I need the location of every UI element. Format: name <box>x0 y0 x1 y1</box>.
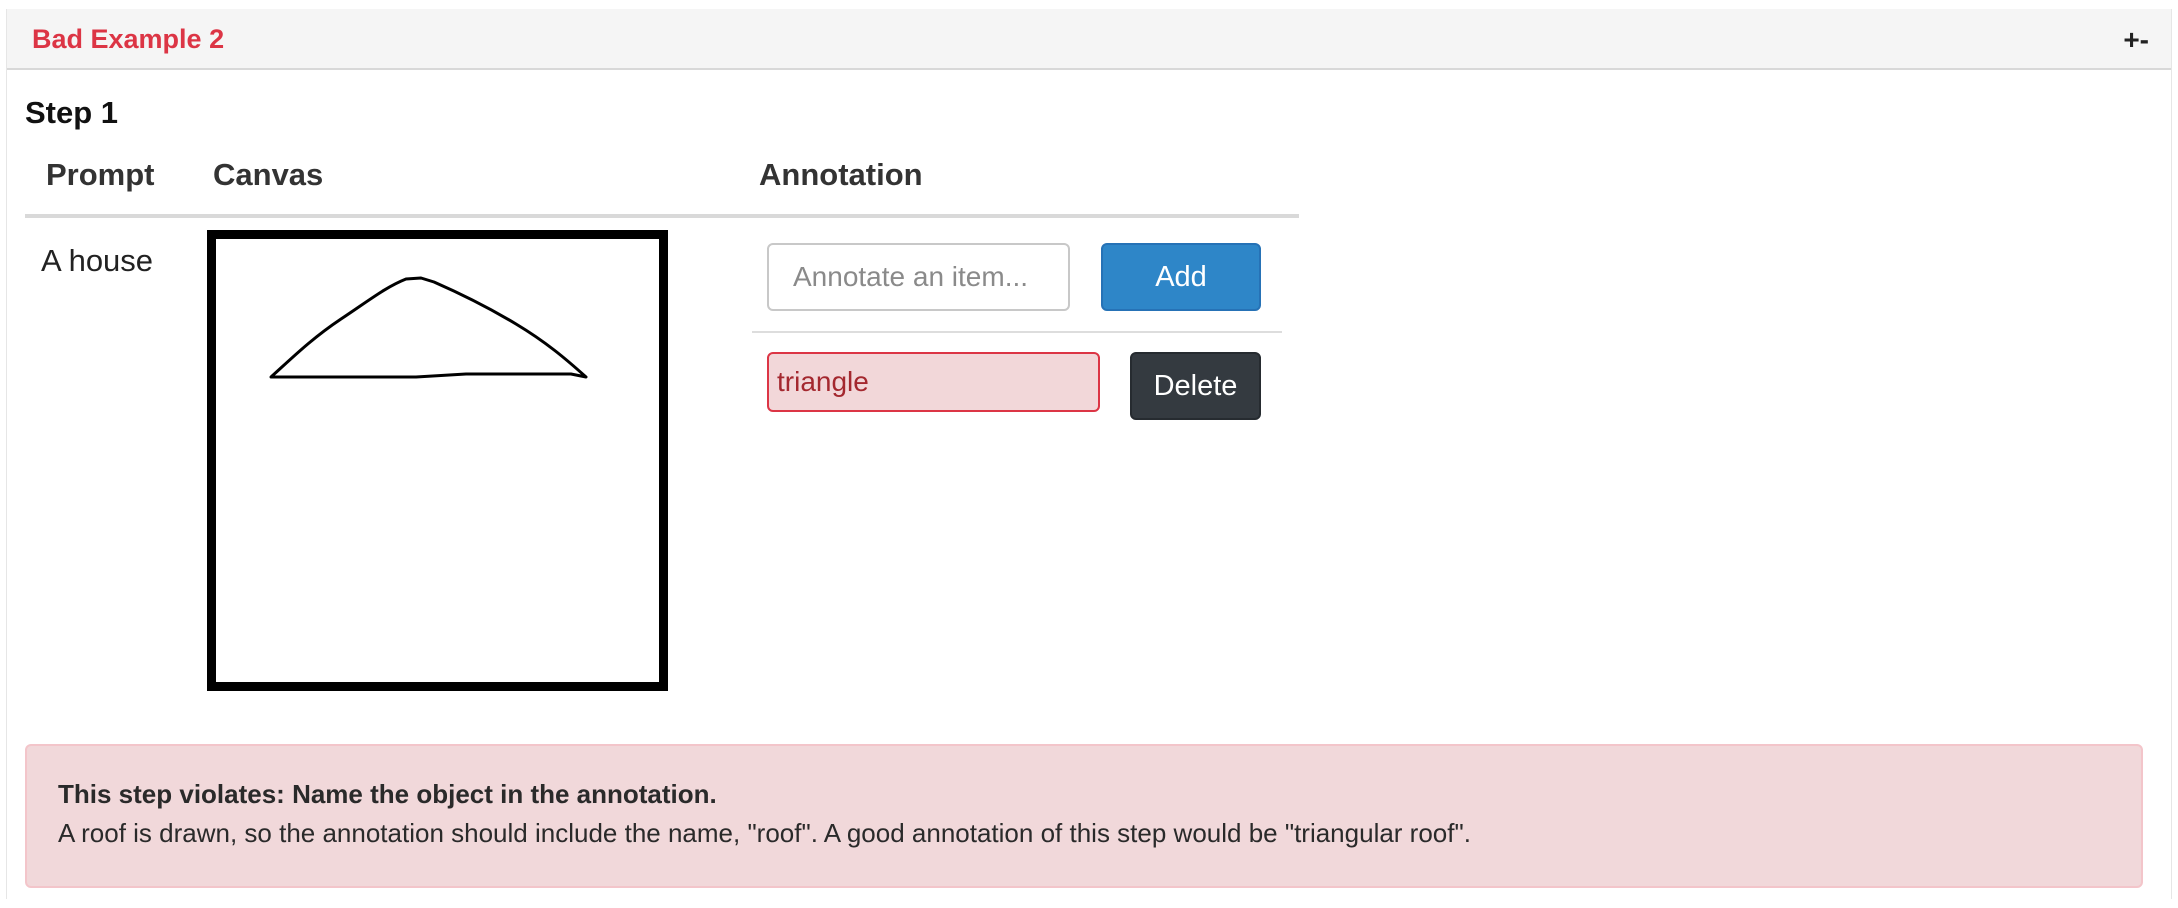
annotation-input[interactable] <box>767 243 1070 311</box>
column-header-prompt: Prompt <box>46 157 155 192</box>
drawing-canvas[interactable] <box>207 230 668 691</box>
annotation-item-input[interactable] <box>767 352 1100 412</box>
prompt-text: A house <box>41 243 154 278</box>
alert-heading: This step violates: Name the object in t… <box>58 779 717 809</box>
delete-button[interactable]: Delete <box>1130 352 1261 420</box>
column-header-canvas: Canvas <box>213 157 324 192</box>
roof-sketch <box>269 276 588 379</box>
collapse-toggle-button[interactable]: +- <box>2123 23 2149 57</box>
alert-body: A roof is drawn, so the annotation shoul… <box>58 818 1471 848</box>
column-header-annotation: Annotation <box>759 157 923 192</box>
panel-header: Bad Example 2 +- <box>7 9 2171 70</box>
annotation-divider <box>752 331 1282 333</box>
header-divider <box>25 214 1299 218</box>
violation-alert: This step violates: Name the object in t… <box>25 744 2143 888</box>
step-title: Step 1 <box>25 95 119 130</box>
add-button[interactable]: Add <box>1101 243 1261 311</box>
page: Bad Example 2 +- Step 1 Prompt Canvas An… <box>0 0 2178 908</box>
panel-title: Bad Example 2 <box>32 24 225 54</box>
